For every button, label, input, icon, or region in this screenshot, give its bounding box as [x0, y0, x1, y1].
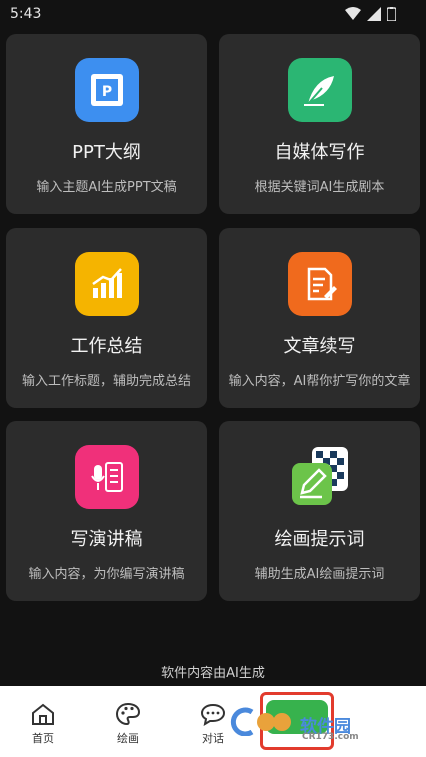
status-bar: 5:43	[0, 0, 426, 30]
card-desc: 输入工作标题，辅助完成总结	[21, 374, 191, 389]
document-edit-icon	[288, 252, 352, 316]
card-title: 绘画提示词	[274, 529, 365, 550]
nav-item-drawing[interactable]: 绘画	[98, 702, 158, 746]
paint-icon	[288, 445, 352, 509]
nav-item-home[interactable]: 首页	[13, 702, 73, 746]
wifi-icon	[345, 7, 361, 20]
card-title: 自媒体写作	[274, 142, 365, 163]
ppt-icon: P	[75, 58, 139, 122]
home-icon	[32, 703, 54, 725]
card-drawing-prompt[interactable]: 绘画提示词 辅助生成AI绘画提示词	[219, 421, 420, 601]
card-title: PPT大纲	[72, 142, 141, 163]
card-ppt-outline[interactable]: P PPT大纲 输入主题AI生成PPT文稿	[6, 34, 207, 214]
card-work-summary[interactable]: 工作总结 输入工作标题，辅助完成总结	[6, 228, 207, 408]
signal-icon	[367, 7, 381, 21]
card-article-continue[interactable]: 文章续写 输入内容，AI帮你扩写你的文章	[219, 228, 420, 408]
card-title: 工作总结	[70, 336, 143, 357]
status-icons	[345, 7, 396, 21]
card-desc: 辅助生成AI绘画提示词	[254, 567, 385, 582]
card-desc: 输入内容，为你编写演讲稿	[28, 567, 185, 582]
battery-icon	[387, 7, 396, 21]
card-title: 文章续写	[283, 336, 356, 357]
feather-icon	[288, 58, 352, 122]
card-desc: 输入内容，AI帮你扩写你的文章	[228, 374, 411, 389]
nav-label: 绘画	[117, 732, 139, 745]
card-title: 写演讲稿	[70, 529, 143, 550]
palette-icon	[115, 702, 141, 726]
status-time: 5:43	[10, 6, 42, 22]
card-speech-draft[interactable]: 写演讲稿 输入内容，为你编写演讲稿	[6, 421, 207, 601]
chart-icon	[75, 252, 139, 316]
card-desc: 根据关键词AI生成剧本	[254, 180, 385, 195]
watermark-sub: CR173.com	[302, 732, 359, 742]
nav-label: 首页	[32, 732, 54, 745]
watermark-logo: 软件园 CR173.com	[230, 692, 410, 750]
card-desc: 输入主题AI生成PPT文稿	[36, 180, 177, 195]
ai-generated-note: 软件内容由AI生成	[161, 666, 265, 681]
card-media-writing[interactable]: 自媒体写作 根据关键词AI生成剧本	[219, 34, 420, 214]
chat-icon	[200, 703, 226, 726]
microphone-icon	[75, 445, 139, 509]
svg-text:P: P	[102, 84, 112, 100]
